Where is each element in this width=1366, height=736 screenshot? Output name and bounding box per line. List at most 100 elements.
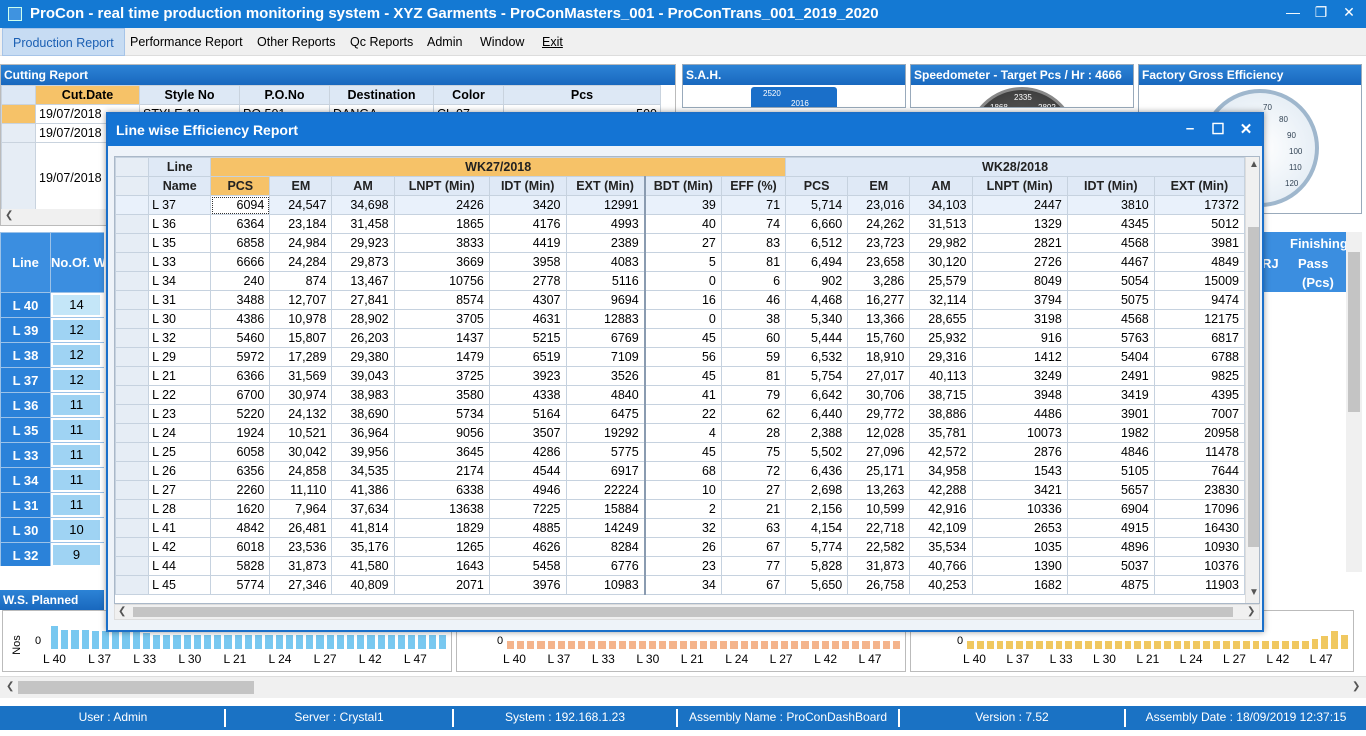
main-hscroll[interactable]: ❮ ❯ [0, 676, 1366, 698]
table-row[interactable]: L 36 6364 23,184 31,458 1865 4176 4993 40 74 6,66… [115, 214, 1246, 234]
row-header[interactable] [115, 404, 150, 424]
menu-other-reports[interactable]: Other Reports [247, 28, 346, 56]
table-row[interactable]: L 31 3488 12,707 27,841 8574 4307 9694 16 46 4,46… [115, 290, 1246, 310]
col-cut-date[interactable]: Cut.Date [35, 85, 140, 105]
menu-qc-reports[interactable]: Qc Reports [340, 28, 423, 56]
minimize-icon[interactable]: — [1282, 4, 1304, 20]
dialog-hscroll[interactable]: ❮ ❯ [114, 604, 1260, 620]
wk1-col-lnpt-min[interactable]: LNPT (Min) [393, 176, 490, 196]
table-row[interactable]: L 27 2260 11,110 41,386 6338 4946 22224 10 27 2,6… [115, 480, 1246, 500]
row-header[interactable] [115, 233, 150, 253]
row-header[interactable] [115, 328, 150, 348]
col-pcs[interactable]: Pcs [503, 85, 661, 105]
row-header[interactable] [115, 480, 150, 500]
wk2-col-ext-min[interactable]: EXT (Min) [1153, 176, 1246, 196]
line-row[interactable]: L 30 10 [0, 517, 104, 543]
line-row[interactable]: L 32 9 [0, 542, 104, 566]
dialog-maximize-icon[interactable]: ☐ [1208, 120, 1228, 138]
wk2-col-idt-min[interactable]: IDT (Min) [1066, 176, 1155, 196]
wk1-col-idt-min[interactable]: IDT (Min) [488, 176, 567, 196]
row-header[interactable] [115, 271, 150, 291]
table-row[interactable]: L 23 5220 24,132 38,690 5734 5164 6475 22 62 6,44… [115, 404, 1246, 424]
wk2-col-pcs[interactable]: PCS [785, 176, 849, 196]
table-row[interactable]: L 37 6094 24,547 34,698 2426 3420 12991 39 71 5,7… [115, 195, 1246, 215]
row-header[interactable] [115, 518, 150, 538]
chart-bar [1026, 641, 1033, 649]
line-row[interactable]: L 37 12 [0, 367, 104, 393]
row-header[interactable] [115, 461, 150, 481]
menu-window[interactable]: Window [470, 28, 534, 56]
table-row[interactable]: L 29 5972 17,289 29,380 1479 6519 7109 56 59 6,53… [115, 347, 1246, 367]
row-header[interactable] [115, 556, 150, 576]
hscroll-thumb[interactable] [18, 681, 254, 694]
menu-performance-report[interactable]: Performance Report [120, 28, 253, 56]
row-header[interactable] [115, 499, 150, 519]
row-header[interactable] [115, 366, 150, 386]
row-header[interactable] [115, 309, 150, 329]
table-row[interactable]: L 26 6356 24,858 34,535 2174 4544 6917 68 72 6,43… [115, 461, 1246, 481]
col-style-no[interactable]: Style No [139, 85, 240, 105]
row-header[interactable] [115, 252, 150, 272]
row-header[interactable] [115, 537, 150, 557]
wk1-col-ext-min[interactable]: EXT (Min) [565, 176, 646, 196]
restore-icon[interactable]: ❐ [1310, 4, 1332, 21]
row-header[interactable] [115, 195, 150, 215]
chart-bar [51, 626, 59, 649]
table-row[interactable]: L 42 6018 23,536 35,176 1265 4626 8284 26 67 5,77… [115, 537, 1246, 557]
row-header[interactable] [115, 385, 150, 405]
table-row[interactable]: L 33 6666 24,284 29,873 3669 3958 4083 5 81 6,494… [115, 252, 1246, 272]
col-color[interactable]: Color [433, 85, 504, 105]
row-header[interactable] [115, 214, 150, 234]
dialog-title-bar[interactable]: Line wise Efficiency Report – ☐ ✕ [108, 114, 1262, 146]
dialog-minimize-icon[interactable]: – [1180, 120, 1200, 137]
row-header[interactable] [115, 442, 150, 462]
table-row[interactable]: L 34 240 874 13,467 10756 2778 5116 0 6 902 3,286 2… [115, 271, 1246, 291]
table-row[interactable]: L 24 1924 10,521 36,964 9056 3507 19292 4 28 2,38… [115, 423, 1246, 443]
table-row[interactable]: L 21 6366 31,569 39,043 3725 3923 3526 45 81 5,75… [115, 366, 1246, 386]
table-row[interactable]: L 22 6700 30,974 38,983 3580 4338 4840 41 79 6,64… [115, 385, 1246, 405]
wk2-col-lnpt-min[interactable]: LNPT (Min) [971, 176, 1068, 196]
table-row[interactable]: L 28 1620 7,964 37,634 13638 7225 15884 2 21 2,15… [115, 499, 1246, 519]
value-cell: 23,016 [847, 195, 911, 215]
menu-admin[interactable]: Admin [417, 28, 472, 56]
wk1-col-am[interactable]: AM [331, 176, 395, 196]
line-row[interactable]: L 36 11 [0, 392, 104, 418]
table-row[interactable]: L 41 4842 26,481 41,814 1829 4885 14249 32 63 4,1… [115, 518, 1246, 538]
line-row[interactable]: L 34 11 [0, 467, 104, 493]
col-destination[interactable]: Destination [329, 85, 434, 105]
value-cell: 4286 [488, 442, 567, 462]
row-header[interactable] [115, 290, 150, 310]
row-header[interactable] [115, 423, 150, 443]
col-po-no[interactable]: P.O.No [239, 85, 330, 105]
line-row[interactable]: L 40 14 [0, 292, 104, 318]
ws-count: 11 [50, 492, 104, 518]
wk2-col-em[interactable]: EM [847, 176, 911, 196]
dialog-hscroll-thumb[interactable] [133, 607, 1233, 617]
table-row[interactable]: L 32 5460 15,807 26,203 1437 5215 6769 45 60 5,44… [115, 328, 1246, 348]
line-row[interactable]: L 38 12 [0, 342, 104, 368]
wk1-col-em[interactable]: EM [269, 176, 333, 196]
row-header[interactable] [115, 575, 150, 595]
table-row[interactable]: L 25 6058 30,042 39,956 3645 4286 5775 45 75 5,50… [115, 442, 1246, 462]
line-row[interactable]: L 33 11 [0, 442, 104, 468]
close-icon[interactable]: ✕ [1338, 4, 1360, 21]
right-vscroll[interactable] [1346, 232, 1362, 572]
menu-production-report[interactable]: Production Report [2, 28, 125, 56]
vscroll-thumb[interactable] [1248, 227, 1259, 547]
line-row[interactable]: L 31 11 [0, 492, 104, 518]
wk1-col-bdt-min[interactable]: BDT (Min) [644, 176, 722, 196]
table-row[interactable]: L 35 6858 24,984 29,923 3833 4419 2389 27 83 6,51… [115, 233, 1246, 253]
table-row[interactable]: L 45 5774 27,346 40,809 2071 3976 10983 34 67 5,6… [115, 575, 1246, 595]
chart-bar [153, 635, 161, 649]
wk2-col-am[interactable]: AM [909, 176, 973, 196]
table-row[interactable]: L 44 5828 31,873 41,580 1643 5458 6776 23 77 5,82… [115, 556, 1246, 576]
row-header[interactable] [115, 347, 150, 367]
dialog-close-icon[interactable]: ✕ [1236, 120, 1256, 138]
table-row[interactable]: L 30 4386 10,978 28,902 3705 4631 12883 0 38 5,34… [115, 309, 1246, 329]
line-row[interactable]: L 35 11 [0, 417, 104, 443]
wk1-col-pcs[interactable]: PCS [210, 176, 271, 196]
wk1-col-eff[interactable]: EFF (%) [720, 176, 787, 196]
dialog-vscroll[interactable]: ▲ ▼ [1245, 157, 1259, 603]
line-row[interactable]: L 39 12 [0, 317, 104, 343]
menu-exit[interactable]: Exit [532, 28, 573, 56]
